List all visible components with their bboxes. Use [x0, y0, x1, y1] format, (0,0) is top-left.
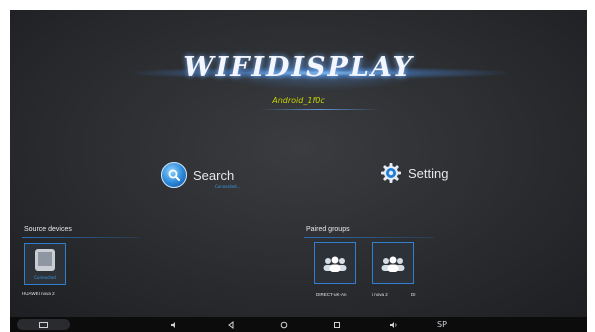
volume-up-icon	[389, 321, 396, 328]
gear-icon	[380, 162, 402, 184]
volume-down-icon	[171, 321, 175, 328]
setting-button[interactable]: Setting	[380, 162, 448, 184]
app-screen: WIFIDISPLAY Android_1f0c Search Connecte…	[10, 10, 587, 317]
volume-down-button[interactable]	[166, 317, 182, 332]
paired-group-tile-2[interactable]	[372, 242, 414, 284]
app-logo: WIFIDISPLAY	[183, 52, 414, 83]
group-icon	[322, 255, 348, 273]
home-button[interactable]	[276, 317, 292, 332]
sp-button[interactable]: SP	[432, 317, 452, 332]
search-label: Search	[193, 167, 235, 183]
navigation-bar: SP	[10, 317, 587, 332]
source-devices-divider	[22, 237, 140, 238]
paired-group-name-1: DIRECT-uK-An	[316, 292, 347, 297]
setting-label: Setting	[408, 165, 449, 181]
volume-up-button[interactable]	[385, 317, 401, 332]
back-icon	[228, 320, 234, 329]
paired-group-name-3: DI	[411, 292, 416, 297]
recent-apps-button[interactable]	[329, 317, 345, 332]
paired-groups-divider	[304, 237, 434, 238]
search-icon	[161, 162, 187, 188]
source-device-name: HUAWEI nova 2	[22, 291, 55, 296]
device-name: Android_1f0c	[272, 96, 325, 105]
back-button[interactable]	[223, 317, 239, 332]
screen-button[interactable]	[17, 319, 70, 330]
home-icon	[280, 321, 288, 328]
paired-group-tile-1[interactable]	[314, 242, 356, 284]
paired-group-name-2: i nova 2	[372, 292, 388, 297]
paired-groups-title: Paired groups	[306, 226, 350, 233]
recent-apps-icon	[334, 321, 340, 328]
source-devices-title: Source devices	[24, 226, 72, 233]
screen-icon	[39, 322, 48, 328]
search-status: Connected...	[215, 184, 241, 189]
group-icon	[380, 255, 406, 273]
phone-icon	[35, 249, 55, 271]
logo-divider	[260, 109, 380, 110]
device-status: Connected	[34, 275, 56, 280]
source-device-tile[interactable]: Connected	[24, 243, 66, 285]
